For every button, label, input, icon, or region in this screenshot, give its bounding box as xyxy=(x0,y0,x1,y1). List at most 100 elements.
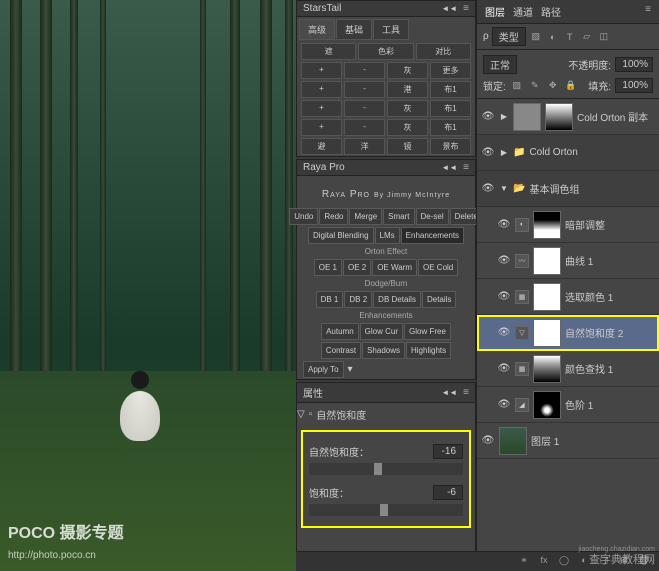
st-grid-btn[interactable]: 灰 xyxy=(387,100,428,117)
starstail-tab-tools[interactable]: 工具 xyxy=(373,19,409,40)
layer-item[interactable]: 👁 ◐ 暗部调整 xyxy=(477,207,659,243)
panel-menu-icon[interactable]: ≡ xyxy=(463,3,469,14)
panel-collapse-icon[interactable]: ◄◄ xyxy=(441,4,457,13)
visibility-icon[interactable]: 👁 xyxy=(481,147,495,158)
raya-contrast[interactable]: Contrast xyxy=(321,342,361,359)
visibility-icon[interactable]: 👁 xyxy=(497,399,511,410)
st-last-btn[interactable]: 镜 xyxy=(387,138,428,155)
st-grid-btn[interactable]: 灰 xyxy=(387,62,428,79)
st-btn-contrast[interactable]: 对比 xyxy=(416,43,471,60)
saturation-slider[interactable] xyxy=(309,504,463,516)
layer-item-selected[interactable]: 👁 ▽ 自然饱和度 2 xyxy=(477,315,659,351)
tab-channels[interactable]: 通道 xyxy=(513,4,533,19)
raya-applyto[interactable]: Apply To xyxy=(303,361,344,378)
layer-group[interactable]: 👁 ▼ 📂 基本调色组 xyxy=(477,171,659,207)
raya-tab-lms[interactable]: LMs xyxy=(375,227,400,244)
st-grid-btn[interactable]: + xyxy=(301,100,342,117)
raya-smart[interactable]: Smart xyxy=(383,208,414,225)
raya-undo[interactable]: Undo xyxy=(289,208,318,225)
layer-group[interactable]: 👁 ▶ 📁 Cold Orton xyxy=(477,135,659,171)
st-grid-btn[interactable]: - xyxy=(344,81,385,98)
filter-shape-icon[interactable]: ▱ xyxy=(580,30,594,44)
lock-position-icon[interactable]: ✥ xyxy=(546,79,560,93)
st-grid-btn[interactable]: 灰 xyxy=(387,119,428,136)
layer-item[interactable]: 👁 ◢ 色阶 1 xyxy=(477,387,659,423)
visibility-icon[interactable]: 👁 xyxy=(481,183,495,194)
visibility-icon[interactable]: 👁 xyxy=(497,255,511,266)
fx-icon[interactable]: fx xyxy=(537,555,551,569)
panel-collapse-icon[interactable]: ◄◄ xyxy=(441,388,457,397)
st-grid-btn[interactable]: 港 xyxy=(387,81,428,98)
raya-oe2[interactable]: OE 2 xyxy=(343,259,371,276)
mask-icon[interactable]: ◯ xyxy=(557,555,571,569)
st-grid-btn[interactable]: 布1 xyxy=(430,119,471,136)
st-grid-btn[interactable]: 布1 xyxy=(430,81,471,98)
panel-menu-icon[interactable]: ≡ xyxy=(645,4,651,19)
st-btn-color[interactable]: 色彩 xyxy=(358,43,413,60)
raya-glowfree[interactable]: Glow Free xyxy=(404,323,451,340)
raya-redo[interactable]: Redo xyxy=(319,208,348,225)
lock-all-icon[interactable]: 🔒 xyxy=(564,79,578,93)
raya-highlights[interactable]: Highlights xyxy=(406,342,451,359)
st-grid-btn[interactable]: + xyxy=(301,81,342,98)
filter-text-icon[interactable]: T xyxy=(563,30,577,44)
raya-db2[interactable]: DB 2 xyxy=(344,291,372,308)
raya-details[interactable]: Details xyxy=(422,291,456,308)
visibility-icon[interactable]: 👁 xyxy=(497,219,511,230)
layer-item[interactable]: 👁 ▦ 选取颜色 1 xyxy=(477,279,659,315)
st-last-btn[interactable]: 避 xyxy=(301,138,342,155)
st-last-btn[interactable]: 洋 xyxy=(344,138,385,155)
panel-collapse-icon[interactable]: ◄◄ xyxy=(441,163,457,172)
link-icon[interactable]: ⚭ xyxy=(517,555,531,569)
collapse-icon[interactable]: ▼ xyxy=(499,184,509,193)
raya-glowcur[interactable]: Glow Cur xyxy=(360,323,403,340)
tab-paths[interactable]: 路径 xyxy=(541,4,561,19)
raya-shadows[interactable]: Shadows xyxy=(362,342,405,359)
visibility-icon[interactable]: 👁 xyxy=(497,327,511,338)
st-grid-btn[interactable]: 更多 xyxy=(430,62,471,79)
filter-pixel-icon[interactable]: ▧ xyxy=(529,30,543,44)
filter-type-select[interactable]: 类型 xyxy=(492,27,526,46)
starstail-tab-advanced[interactable]: 高级 xyxy=(299,19,335,40)
raya-db1[interactable]: DB 1 xyxy=(316,291,344,308)
visibility-icon[interactable]: 👁 xyxy=(497,291,511,302)
layer-item[interactable]: 👁 图层 1 xyxy=(477,423,659,459)
st-grid-btn[interactable]: - xyxy=(344,62,385,79)
visibility-icon[interactable]: 👁 xyxy=(497,363,511,374)
opacity-input[interactable]: 100% xyxy=(615,57,653,72)
lock-pixels-icon[interactable]: ✎ xyxy=(528,79,542,93)
tab-layers[interactable]: 图层 xyxy=(485,4,505,19)
saturation-value[interactable]: -6 xyxy=(433,485,463,500)
chevron-down-icon[interactable]: ▾ xyxy=(345,361,356,378)
st-grid-btn[interactable]: + xyxy=(301,62,342,79)
st-grid-btn[interactable]: + xyxy=(301,119,342,136)
lock-transparency-icon[interactable]: ▨ xyxy=(510,79,524,93)
raya-oecold[interactable]: OE Cold xyxy=(418,259,458,276)
layer-item[interactable]: 👁 ▦ 颜色查找 1 xyxy=(477,351,659,387)
raya-oe1[interactable]: OE 1 xyxy=(314,259,342,276)
raya-merge[interactable]: Merge xyxy=(349,208,382,225)
vibrance-value[interactable]: -16 xyxy=(433,444,463,459)
raya-oewarm[interactable]: OE Warm xyxy=(372,259,417,276)
raya-autumn[interactable]: Autumn xyxy=(321,323,359,340)
st-grid-btn[interactable]: - xyxy=(344,119,385,136)
starstail-tab-basic[interactable]: 基础 xyxy=(336,19,372,40)
st-grid-btn[interactable]: - xyxy=(344,100,385,117)
raya-tab-blend[interactable]: Digital Blending xyxy=(308,227,374,244)
blend-mode-select[interactable]: 正常 xyxy=(483,55,517,74)
layer-item[interactable]: 👁 ▶ Cold Orton 副本 xyxy=(477,99,659,135)
panel-menu-icon[interactable]: ≡ xyxy=(463,387,469,398)
filter-smart-icon[interactable]: ◫ xyxy=(597,30,611,44)
panel-menu-icon[interactable]: ≡ xyxy=(463,162,469,173)
st-btn-mask[interactable]: 遮 xyxy=(301,43,356,60)
expand-icon[interactable]: ▶ xyxy=(499,148,509,157)
raya-desel[interactable]: De-sel xyxy=(416,208,449,225)
st-grid-btn[interactable]: 布1 xyxy=(430,100,471,117)
filter-adjust-icon[interactable]: ◐ xyxy=(546,30,560,44)
raya-tab-enhance[interactable]: Enhancements xyxy=(401,227,464,244)
fill-input[interactable]: 100% xyxy=(615,78,653,93)
visibility-icon[interactable]: 👁 xyxy=(481,435,495,446)
raya-dbdetails[interactable]: DB Details xyxy=(373,291,421,308)
layer-item[interactable]: 👁 〰 曲线 1 xyxy=(477,243,659,279)
expand-icon[interactable]: ▶ xyxy=(499,112,509,121)
